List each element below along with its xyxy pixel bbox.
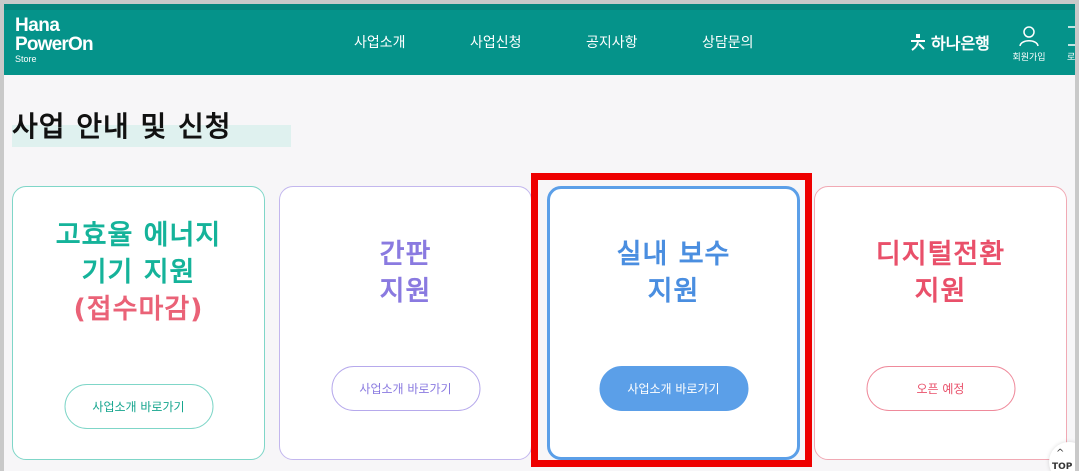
login-edge-button[interactable]: 로 [1067,25,1075,63]
page-frame: Hana PowerOn Store 사업소개 사업신청 공지사항 상담문의 하… [4,4,1075,471]
hana-bank-logo-icon [911,34,925,51]
header: Hana PowerOn Store 사업소개 사업신청 공지사항 상담문의 하… [4,4,1075,75]
hana-bank-link[interactable]: 하나은행 [909,30,990,54]
card-status-closed: (접수마감) [73,294,204,325]
card-title: 실내 보수 지원 [550,236,797,310]
open-scheduled-button[interactable]: 오픈 예정 [866,366,1015,411]
page-title: 사업 안내 및 신청 [12,110,232,143]
bank-label: 하나은행 [931,34,990,53]
hana-poweron-logo[interactable]: Hana PowerOn Store [15,15,94,64]
nav-item-consult[interactable]: 상담문의 [702,32,754,52]
card-title-line2: 지원 [647,276,700,307]
nav-item-notice[interactable]: 공지사항 [586,32,638,52]
login-icon [1068,26,1075,46]
card-title: 디지털전환 지원 [815,236,1066,310]
business-intro-button[interactable]: 사업소개 바로가기 [331,366,480,411]
card-title-line2: 지원 [379,276,432,307]
logo-line1: Hana [15,15,60,36]
top-label: TOP [1052,462,1073,471]
card-title-line2: 지원 [914,276,967,307]
card-title-line1: 디지털전환 [875,239,1006,270]
card-title: 고효율 에너지 기기 지원 (접수마감) [13,217,264,328]
card-energy-equipment: 고효율 에너지 기기 지원 (접수마감) 사업소개 바로가기 [12,186,265,460]
card-title: 간판 지원 [280,236,531,310]
signup-label: 회원가입 [1012,53,1046,63]
nav-item-business-apply[interactable]: 사업신청 [470,32,522,52]
card-title-line2: 기기 지원 [81,257,196,288]
signup-button[interactable]: 회원가입 [1009,25,1049,63]
business-intro-button[interactable]: 사업소개 바로가기 [64,384,213,429]
card-title-line1: 실내 보수 [616,239,731,270]
page-title-block: 사업 안내 및 신청 [12,105,291,147]
chevron-up-icon: ^ [1056,448,1065,459]
login-edge-label: 로 [1067,53,1075,63]
card-interior-repair: 실내 보수 지원 사업소개 바로가기 [547,186,800,460]
card-digital-transition: 디지털전환 지원 오픈 예정 [814,186,1067,460]
logo-line3: Store [15,54,37,64]
nav-item-business-intro[interactable]: 사업소개 [354,32,406,52]
card-title-line1: 간판 [379,239,432,270]
card-title-line1: 고효율 에너지 [55,220,222,251]
card-signboard: 간판 지원 사업소개 바로가기 [279,186,532,460]
logo-line2: PowerOn [15,34,94,55]
user-icon [1019,26,1039,47]
business-intro-button[interactable]: 사업소개 바로가기 [599,366,748,411]
